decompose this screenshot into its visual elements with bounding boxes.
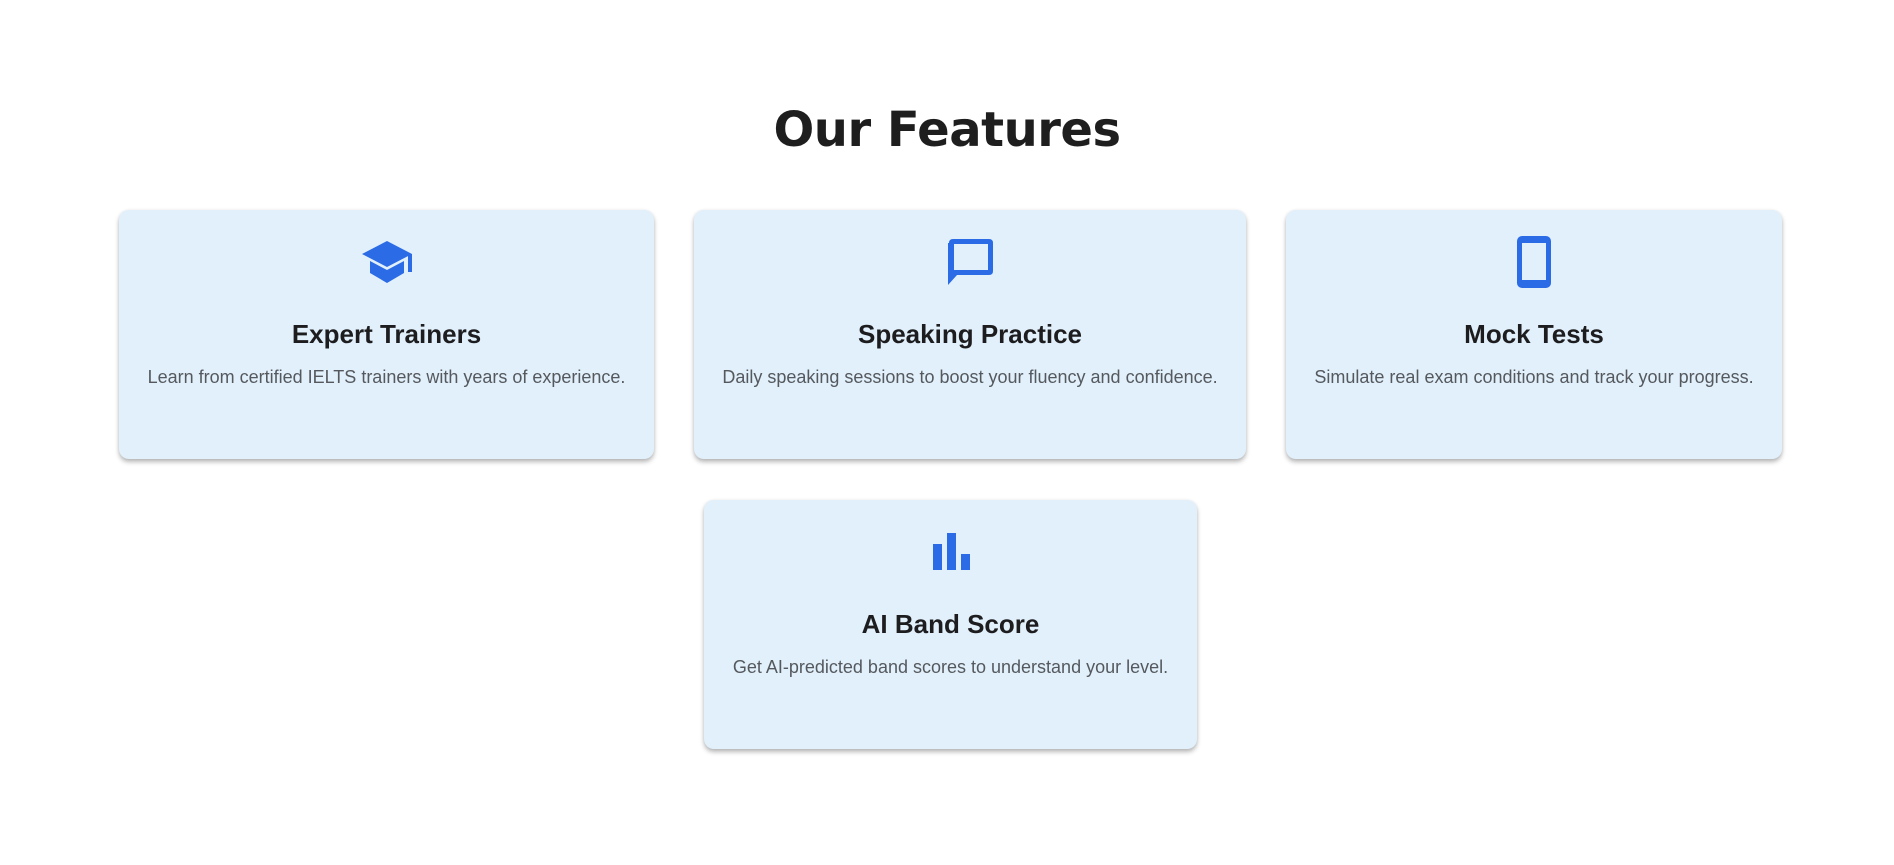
feature-description: Learn from certified IELTS trainers with… [147,367,626,387]
section-title: Our Features [773,102,1121,158]
feature-title: Speaking Practice [858,319,1082,349]
feature-card-mock-tests: Mock Tests Simulate real exam conditions… [1286,210,1782,459]
feature-title: AI Band Score [861,609,1040,639]
feature-description: Daily speaking sessions to boost your fl… [722,367,1218,387]
features-section: Our Features Expert Trainers Learn from … [0,0,1894,865]
feature-card-expert-trainers: Expert Trainers Learn from certified IEL… [119,210,654,459]
graduation-cap-icon [119,236,654,288]
chat-bubble-icon [694,236,1246,288]
feature-title: Mock Tests [1464,319,1604,349]
feature-card-ai-band-score: AI Band Score Get AI-predicted band scor… [704,500,1197,749]
smartphone-icon [1286,236,1782,288]
feature-title: Expert Trainers [291,319,482,349]
feature-description: Get AI-predicted band scores to understa… [732,657,1169,677]
bar-chart-icon [704,526,1197,578]
feature-description: Simulate real exam conditions and track … [1314,367,1754,387]
feature-card-speaking-practice: Speaking Practice Daily speaking session… [694,210,1246,459]
